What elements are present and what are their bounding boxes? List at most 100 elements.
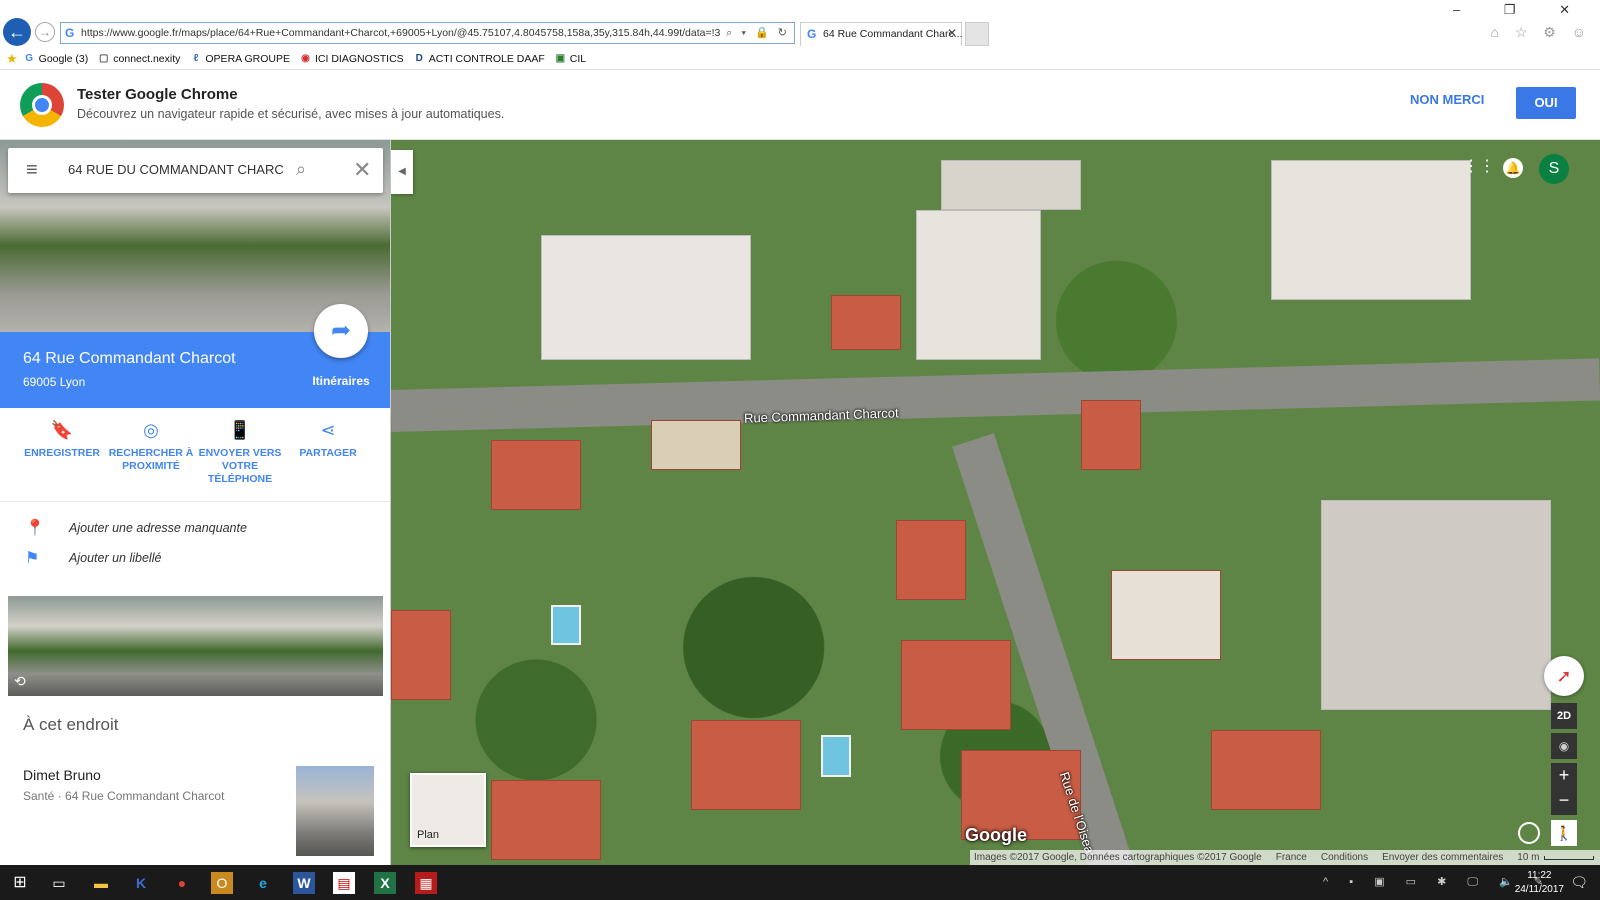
street-view-pegman-icon[interactable]: 🚶 xyxy=(1551,820,1577,846)
satellite-map[interactable]: Rue Commandant Charcot Rue de l'Oiseau xyxy=(391,140,1600,865)
compass-icon[interactable]: ➚ xyxy=(1544,656,1584,696)
feedback-link[interactable]: Envoyer des commentaires xyxy=(1382,852,1503,863)
page-icon: ▢ xyxy=(99,53,109,64)
promo-no-button[interactable]: NON MERCI xyxy=(1410,92,1484,107)
terms-link[interactable]: Conditions xyxy=(1321,852,1368,863)
bookmark-cil[interactable]: ▣ CIL xyxy=(555,53,587,65)
word-icon[interactable]: W xyxy=(293,872,315,894)
app-k-icon[interactable]: K xyxy=(130,872,152,894)
my-location-icon[interactable]: ◉ xyxy=(1551,733,1577,759)
bookmark-opera-groupe[interactable]: ℓ OPERA GROUPE xyxy=(190,53,290,65)
action-center-icon[interactable]: 🗨 xyxy=(1570,874,1588,891)
address-url[interactable]: https://www.google.fr/maps/place/64+Rue+… xyxy=(81,27,721,39)
clock-date: 24/11/2017 xyxy=(1514,884,1564,895)
bookmarks-bar: ★ G Google (3) ▢ connect.nexity ℓ OPERA GRO… xyxy=(0,48,1600,70)
send-to-phone-label: ENVOYER VERS VOTRE TÉLÉPHONE xyxy=(198,447,282,485)
zoom-in-button[interactable]: + xyxy=(1551,763,1577,789)
acti-icon: D xyxy=(415,53,423,64)
save-button[interactable]: 🔖 ENREGISTRER xyxy=(19,420,105,460)
roof xyxy=(831,295,901,350)
new-tab-button[interactable] xyxy=(965,22,989,46)
collapse-panel-button[interactable]: ◀ xyxy=(391,150,413,194)
street-view-thumbnail[interactable]: ⟲ xyxy=(8,596,383,696)
internet-explorer-icon[interactable]: e xyxy=(252,872,274,894)
search-nearby-button[interactable]: ◎ RECHERCHER À PROXIMITÉ xyxy=(108,420,194,473)
add-missing-address-row[interactable]: 📍 Ajouter une adresse manquante xyxy=(0,514,390,542)
search-icon[interactable]: ⌕ xyxy=(296,159,306,180)
place-title: 64 Rue Commandant Charcot xyxy=(23,350,236,367)
forward-button[interactable]: → xyxy=(35,22,55,42)
save-label: ENREGISTRER xyxy=(24,447,100,459)
address-bar[interactable]: G https://www.google.fr/maps/place/64+Ru… xyxy=(60,22,795,44)
country-link[interactable]: France xyxy=(1276,852,1307,863)
bookmark-connect-nexity[interactable]: ▢ connect.nexity xyxy=(98,53,180,65)
roof xyxy=(901,640,1011,730)
address-tools[interactable]: ⌕ ▾ 🔒 ↻ xyxy=(726,26,790,40)
bookmark-label: connect.nexity xyxy=(113,52,181,65)
apps-grid-icon[interactable]: ⋮⋮ xyxy=(1463,158,1495,176)
chrome-icon[interactable]: ● xyxy=(171,872,193,894)
directions-label[interactable]: Itinéraires xyxy=(300,374,382,388)
task-view-icon[interactable]: ▭ xyxy=(48,872,70,894)
google-icon: G xyxy=(25,53,34,64)
building xyxy=(1271,160,1471,300)
add-missing-address-text: Ajouter une adresse manquante xyxy=(69,521,247,535)
chrome-promo-banner: Tester Google Chrome Découvrez un naviga… xyxy=(0,70,1600,140)
scale-value: 10 m xyxy=(1517,852,1540,863)
building xyxy=(941,160,1081,210)
share-button[interactable]: ⋖ PARTAGER xyxy=(285,420,371,460)
avatar[interactable]: S xyxy=(1539,154,1569,184)
cil-icon: ▣ xyxy=(555,53,566,64)
scale-label[interactable]: 10 m xyxy=(1517,852,1594,863)
browser-toolbar-icons[interactable]: ⌂ ☆ ⚙ ☺ xyxy=(1490,24,1592,41)
excel-icon[interactable]: X xyxy=(374,872,396,894)
taskbar-clock[interactable]: 11:22 24/11/2017 xyxy=(1515,869,1564,897)
bookmark-acti-controle[interactable]: D ACTI CONTROLE DAAF xyxy=(414,53,545,65)
directions-button[interactable]: ➦ xyxy=(314,304,368,358)
chrome-logo-icon xyxy=(20,83,64,127)
road-commandant-charcot xyxy=(391,358,1600,432)
browser-tab[interactable]: G 64 Rue Commandant Charc... ✕ xyxy=(800,22,962,46)
back-button[interactable]: ← xyxy=(3,18,31,46)
search-nearby-label: RECHERCHER À PROXIMITÉ xyxy=(108,447,194,472)
roof xyxy=(1211,730,1321,810)
bookmark-google[interactable]: G Google (3) xyxy=(24,52,89,65)
zoom-out-button[interactable]: − xyxy=(1551,789,1577,815)
map-attribution-bar: Images ©2017 Google, Données cartographi… xyxy=(970,850,1600,865)
file-explorer-icon[interactable]: ▬ xyxy=(90,872,112,894)
bookmark-label: Google (3) xyxy=(38,52,89,65)
share-label: PARTAGER xyxy=(299,447,357,459)
roof xyxy=(1081,400,1141,470)
opera-icon: ℓ xyxy=(193,53,199,64)
windows-start-icon[interactable]: ⊞ xyxy=(9,872,31,894)
promo-yes-button[interactable]: OUI xyxy=(1516,87,1576,119)
clock-time: 11:22 xyxy=(1527,870,1552,881)
imagery-toggle-icon[interactable] xyxy=(1518,822,1540,844)
tab-close-icon[interactable]: ✕ xyxy=(947,26,957,40)
map-type-plan-toggle[interactable]: Plan xyxy=(410,773,486,847)
close-icon[interactable]: ✕ xyxy=(353,157,371,183)
favorites-star-icon[interactable]: ★ xyxy=(6,51,18,67)
swimming-pool xyxy=(821,735,851,777)
send-to-phone-button[interactable]: 📱 ENVOYER VERS VOTRE TÉLÉPHONE xyxy=(197,420,283,486)
search-box: ≡ 64 RUE DU COMMANDANT CHARCOT ⌕ ✕ xyxy=(8,148,383,193)
swimming-pool xyxy=(551,605,581,645)
toggle-2d-button[interactable]: 2D xyxy=(1551,703,1577,729)
building xyxy=(541,235,751,360)
menu-icon[interactable]: ≡ xyxy=(26,160,44,180)
street-view-icon: ⟲ xyxy=(14,673,26,689)
notifications-icon[interactable]: 🔔 xyxy=(1503,158,1523,178)
bookmark-ici-diagnostics[interactable]: ◉ ICI DIAGNOSTICS xyxy=(300,53,404,65)
add-label-row[interactable]: ⚑ Ajouter un libellé xyxy=(0,544,390,572)
poi-thumbnail[interactable] xyxy=(296,766,374,856)
pdf-icon[interactable]: ▤ xyxy=(333,872,355,894)
app-red-icon[interactable]: ▦ xyxy=(415,872,437,894)
share-icon: ⋖ xyxy=(320,420,336,440)
add-place-icon: 📍 xyxy=(25,520,45,537)
poi-name[interactable]: Dimet Bruno xyxy=(23,767,101,783)
outlook-icon[interactable]: O xyxy=(211,872,233,894)
window-controls[interactable]: – ❐ ✕ xyxy=(1453,2,1590,18)
tab-favicon-icon: G xyxy=(807,27,817,41)
roof xyxy=(691,720,801,810)
search-input[interactable]: 64 RUE DU COMMANDANT CHARCOT xyxy=(68,162,283,177)
